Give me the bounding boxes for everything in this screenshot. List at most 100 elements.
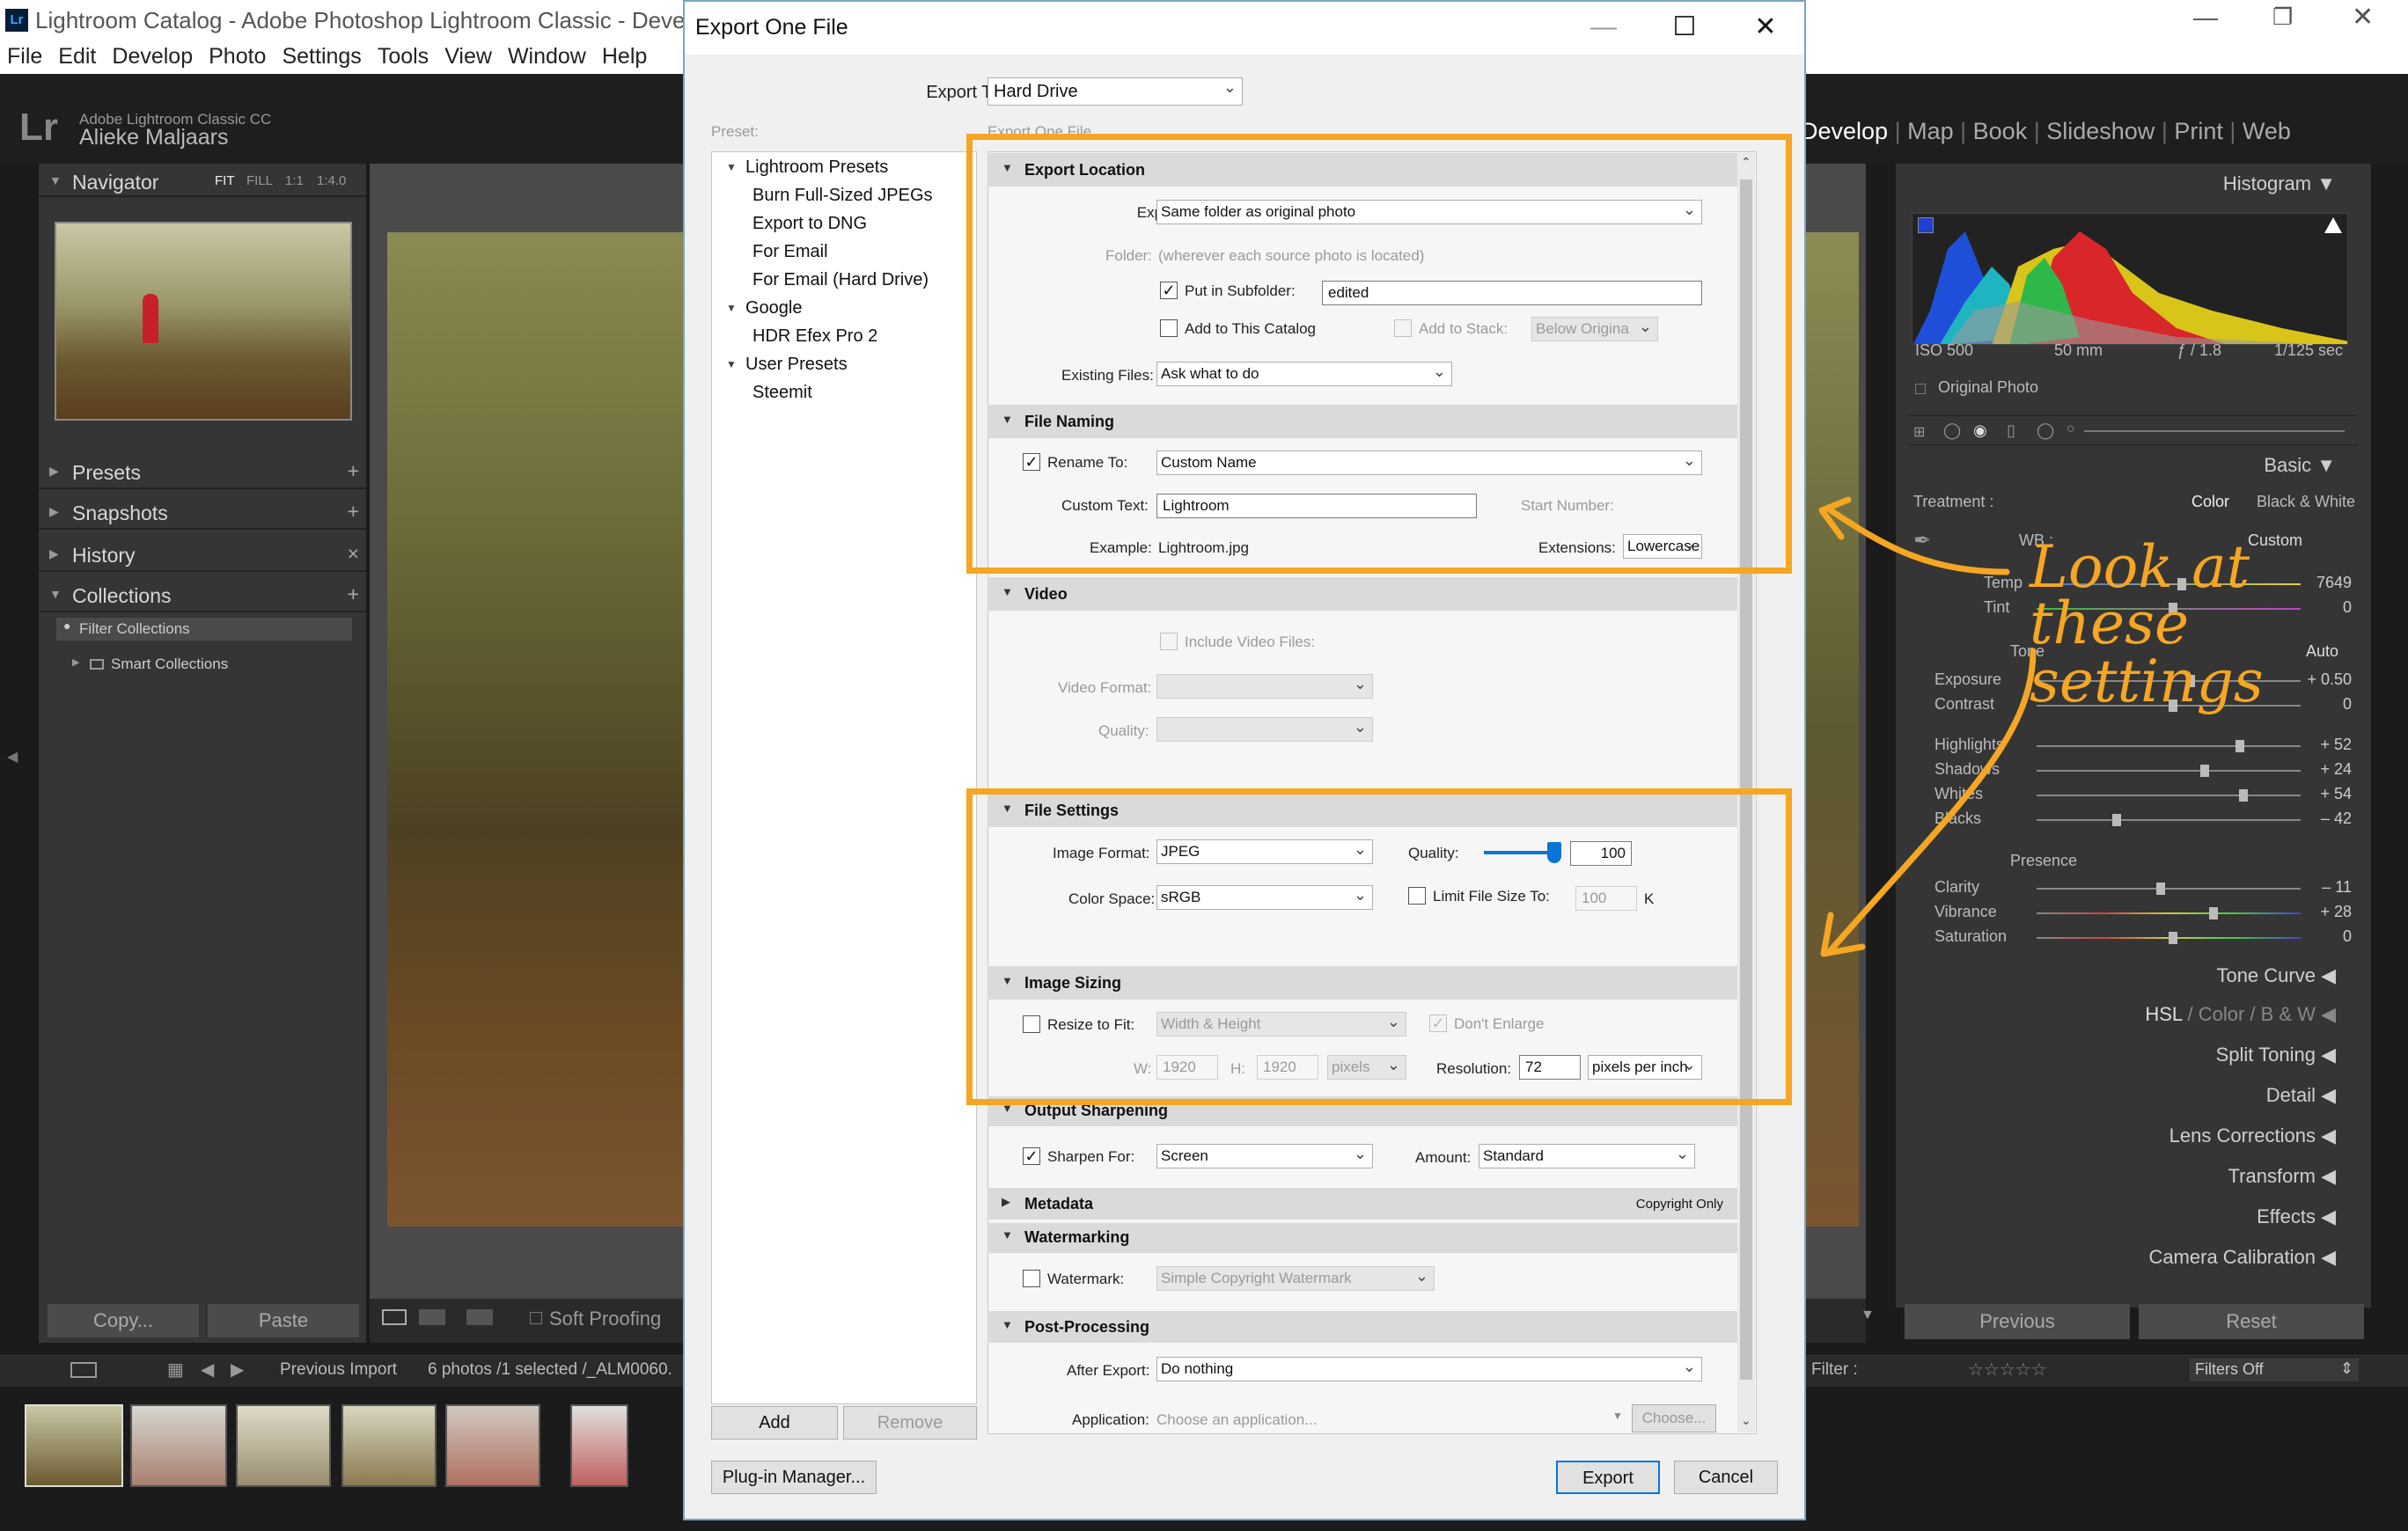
choose-application-button[interactable]: Choose... [1632, 1404, 1716, 1432]
module-book[interactable]: Book [1973, 118, 2028, 144]
module-slideshow[interactable]: Slideshow [2046, 118, 2155, 144]
menu-edit[interactable]: Edit [58, 44, 96, 69]
include-video-checkbox[interactable] [1160, 633, 1178, 650]
filmstrip-source[interactable]: Previous Import [280, 1360, 397, 1380]
lens-corrections-header[interactable]: Lens Corrections ◀ [2169, 1124, 2336, 1147]
effects-header[interactable]: Effects ◀ [2257, 1205, 2336, 1228]
original-photo-checkbox[interactable] [1915, 384, 1926, 394]
filters-off-select[interactable]: Filters Off ⇕ [2190, 1359, 2359, 1381]
camera-calibration-header[interactable]: Camera Calibration ◀ [2148, 1246, 2336, 1269]
navigator-preview[interactable] [55, 222, 352, 421]
radial-filter-icon[interactable]: ◯ [2037, 421, 2054, 440]
add-preset-button[interactable]: Add [711, 1406, 838, 1439]
nav-zoom-1-1[interactable]: 1:1 [285, 173, 304, 188]
snapshots-header[interactable]: ▶ Snapshots + [39, 494, 366, 530]
post-processing-header[interactable]: ▼ Post-Processing [987, 1311, 1737, 1343]
brush-size-slider[interactable] [2084, 430, 2345, 432]
detail-header[interactable]: Detail ◀ [2266, 1084, 2336, 1107]
video-format-select[interactable]: ⌄ [1156, 674, 1373, 699]
preset-folder[interactable]: ▼ Lightroom Presets [726, 157, 888, 178]
preset-item[interactable]: HDR Efex Pro 2 [752, 326, 877, 347]
thumb-3[interactable] [236, 1404, 331, 1487]
presets-header[interactable]: ▶ Presets + [39, 454, 366, 489]
after-export-select[interactable]: Do nothing ⌄ [1156, 1357, 1702, 1381]
module-web[interactable]: Web [2243, 118, 2291, 144]
dialog-minimize-icon[interactable]: — [1563, 2, 1644, 53]
collections-add-icon[interactable]: + [348, 582, 359, 606]
compare-view-icon[interactable] [419, 1309, 445, 1325]
lr-restore-icon[interactable]: ❐ [2272, 4, 2293, 31]
thumb-6[interactable] [570, 1404, 628, 1487]
copy-button[interactable]: Copy... [48, 1304, 199, 1337]
menu-tools[interactable]: Tools [378, 44, 429, 69]
nav-zoom-custom[interactable]: 1:4.0 [317, 173, 346, 188]
export-button[interactable]: Export [1556, 1461, 1660, 1494]
soft-proofing-checkbox[interactable] [530, 1312, 542, 1324]
top-export-to-select[interactable]: Hard Drive ⌄ [987, 77, 1243, 106]
preset-item[interactable]: Export to DNG [752, 214, 867, 234]
thumb-5[interactable] [445, 1404, 540, 1487]
history-clear-icon[interactable]: × [348, 542, 359, 566]
preset-item[interactable]: Steemit [752, 383, 812, 403]
watermark-checkbox[interactable] [1023, 1270, 1040, 1287]
video-header[interactable]: ▼ Video [987, 577, 1737, 611]
metadata-header[interactable]: ▶ Metadata Copyright Only [987, 1188, 1737, 1220]
nav-zoom-fit[interactable]: FIT [215, 173, 235, 188]
basic-header[interactable]: Basic ▼ [2264, 454, 2336, 477]
application-dropdown-icon[interactable]: ▼ [1612, 1410, 1623, 1422]
filter-collections-field[interactable]: ● Filter Collections [56, 618, 352, 641]
preset-folder[interactable]: ▼ Google [726, 298, 803, 319]
history-header[interactable]: ▶ History × [39, 537, 366, 572]
previous-button[interactable]: Previous [1905, 1304, 2130, 1339]
histogram-header[interactable]: Histogram ▼ [2223, 172, 2336, 195]
reset-button[interactable]: Reset [2139, 1304, 2364, 1339]
navigator-header[interactable]: ▼ Navigator FIT FILL 1:1 1:4.0 [39, 164, 366, 197]
preset-item[interactable]: For Email [752, 242, 828, 262]
menu-view[interactable]: View [444, 44, 492, 69]
snapshots-add-icon[interactable]: + [348, 500, 359, 524]
secondary-display-icon[interactable] [70, 1362, 97, 1378]
module-print[interactable]: Print [2174, 118, 2223, 144]
folder-expand-icon[interactable]: ▼ [726, 161, 737, 173]
module-develop[interactable]: Develop [1801, 118, 1888, 144]
collections-header[interactable]: ▼ Collections + [39, 577, 366, 612]
menu-help[interactable]: Help [602, 44, 647, 69]
dialog-close-icon[interactable]: ✕ [1725, 2, 1806, 53]
menu-photo[interactable]: Photo [209, 44, 266, 69]
adjustment-brush-icon[interactable]: ○ [2067, 421, 2075, 437]
loupe-view-icon[interactable] [382, 1309, 407, 1325]
crop-tool-icon[interactable]: ⊞ [1913, 423, 1925, 441]
preset-item[interactable]: For Email (Hard Drive) [752, 270, 929, 290]
module-map[interactable]: Map [1907, 118, 1954, 144]
spot-removal-icon[interactable]: ◯ [1943, 421, 1961, 440]
sharpen-for-select[interactable]: Screen ⌄ [1156, 1144, 1373, 1168]
menu-develop[interactable]: Develop [112, 44, 193, 69]
nav-zoom-fill[interactable]: FILL [246, 173, 273, 188]
lr-close-icon[interactable]: ✕ [2352, 2, 2374, 33]
back-arrow-icon[interactable]: ◀ [201, 1359, 214, 1381]
thumb-4[interactable] [341, 1404, 437, 1487]
toolbar-menu-icon[interactable]: ▼ [1861, 1308, 1875, 1323]
remove-preset-button[interactable]: Remove [843, 1406, 977, 1439]
scroll-down-icon[interactable]: ⌄ [1741, 1413, 1751, 1428]
split-toning-header[interactable]: Split Toning ◀ [2216, 1044, 2336, 1066]
transform-header[interactable]: Transform ◀ [2228, 1165, 2336, 1188]
shadow-clipping-icon[interactable] [1918, 217, 1934, 233]
thumb-2[interactable] [130, 1404, 227, 1487]
menu-file[interactable]: File [7, 44, 42, 69]
paste-button[interactable]: Paste [208, 1304, 359, 1337]
red-eye-icon[interactable]: ◉ [1973, 421, 1987, 440]
graduated-filter-icon[interactable]: ▯ [2007, 421, 2015, 440]
preset-item[interactable]: Burn Full-Sized JPEGs [752, 186, 933, 206]
menu-settings[interactable]: Settings [282, 44, 361, 69]
amount-select[interactable]: Standard ⌄ [1479, 1144, 1695, 1168]
application-value[interactable]: Choose an application... [1156, 1411, 1317, 1429]
forward-arrow-icon[interactable]: ▶ [231, 1359, 244, 1381]
smart-collections-item[interactable]: ▶ Smart Collections [56, 653, 352, 678]
thumb-1[interactable] [25, 1404, 123, 1487]
watermark-select[interactable]: Simple Copyright Watermark ⌄ [1156, 1266, 1435, 1291]
left-panel-collapse-icon[interactable]: ◀ [7, 748, 18, 766]
folder-expand-icon[interactable]: ▼ [726, 302, 737, 314]
sharpen-for-checkbox[interactable]: ✓ [1023, 1147, 1040, 1165]
rating-filter[interactable]: ☆☆☆☆☆ [1968, 1359, 2047, 1381]
